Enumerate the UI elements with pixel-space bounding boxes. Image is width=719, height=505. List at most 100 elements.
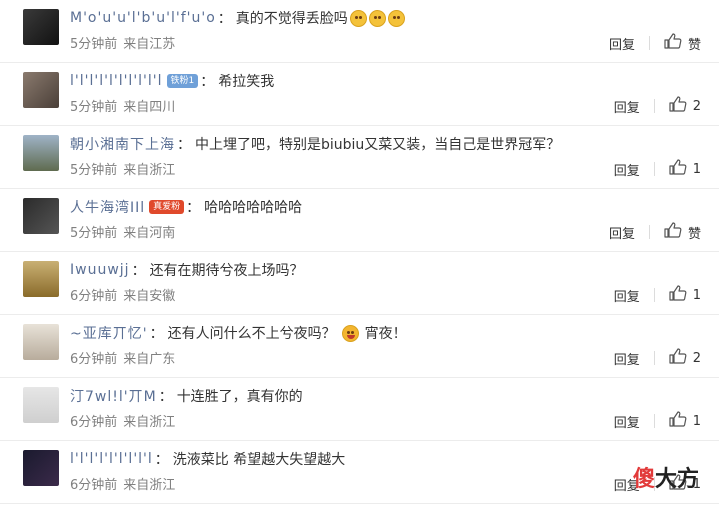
like-count: 赞 xyxy=(687,226,701,242)
avatar[interactable] xyxy=(23,450,59,486)
comment-meta: 5分钟前 来自浙江 xyxy=(70,159,175,178)
like-button[interactable]: 1 xyxy=(669,411,701,431)
like-button[interactable]: 1 xyxy=(669,285,701,305)
comment-meta: 5分钟前 来自四川 xyxy=(70,96,175,115)
comment-header: ~亚库丌忆'：还有人问什么不上兮夜吗？ 宵夜！ xyxy=(70,323,407,343)
comment-time: 6分钟前 xyxy=(70,415,118,430)
smiling-face-icon xyxy=(368,9,386,27)
username-link[interactable]: ~亚库丌忆' xyxy=(70,323,148,343)
comment-location: 来自浙江 xyxy=(123,415,176,430)
comment-location: 来自四川 xyxy=(123,100,176,115)
avatar[interactable] xyxy=(23,387,59,423)
comment-time: 6分钟前 xyxy=(70,478,118,493)
comment-header: 汀7wl!l'丌M：十连胜了，真有你的 xyxy=(70,386,303,406)
comment-header: l'l'l'l'l'l'l'l'l：洗液菜比 希望越大失望越大 xyxy=(70,449,345,469)
colon-separator: ： xyxy=(186,200,201,216)
thumbs-up-icon xyxy=(664,222,688,242)
username-link[interactable]: 汀7wl!l'丌M xyxy=(70,386,157,406)
comment-actions: 回复 1 xyxy=(614,411,701,431)
like-button[interactable]: 1 xyxy=(669,159,701,179)
colon-separator: ： xyxy=(158,389,173,405)
comment-location: 来自安徽 xyxy=(123,289,176,304)
reply-button[interactable]: 回复 xyxy=(614,97,640,116)
like-button[interactable]: 赞 xyxy=(664,222,701,242)
comment-row: ~亚库丌忆'：还有人问什么不上兮夜吗？ 宵夜！ 6分钟前 来自广东 回复 2 xyxy=(0,315,719,378)
colon-separator: ： xyxy=(217,11,232,27)
like-count: 1 xyxy=(692,413,701,429)
reply-button[interactable]: 回复 xyxy=(614,349,640,368)
reply-button[interactable]: 回复 xyxy=(609,223,635,242)
comment-time: 5分钟前 xyxy=(70,163,118,178)
action-divider xyxy=(653,99,655,113)
comment-text-after: 宵夜！ xyxy=(364,326,407,342)
comment-actions: 回复 1 xyxy=(614,285,701,305)
like-count: 2 xyxy=(692,350,701,366)
action-divider xyxy=(653,414,655,428)
comment-header: 朝小湘南下上海：中上埋了吧，特别是biubiu又菜又装，当自己是世界冠军？ xyxy=(70,134,560,154)
comment-row: M'o'u'u'l'b'u'l'f'u'o：真的不觉得丢脸吗 5分钟前 来自江苏 回复… xyxy=(0,0,719,63)
avatar[interactable] xyxy=(23,198,59,234)
colon-separator: ： xyxy=(177,137,191,153)
username-link[interactable]: l'l'l'l'l'l'l'l'l xyxy=(70,451,153,467)
smiling-face-icon xyxy=(349,9,367,27)
comment-meta: 6分钟前 来自浙江 xyxy=(70,411,175,430)
like-count: 2 xyxy=(692,98,701,114)
avatar[interactable] xyxy=(23,324,59,360)
comment-meta: 6分钟前 来自安徽 xyxy=(70,285,175,304)
reply-button[interactable]: 回复 xyxy=(614,286,640,305)
comment-row: l'l'l'l'l'l'l'l'l'l 铁粉1：希拉笑我 5分钟前 来自四川 回复 2 xyxy=(0,63,719,126)
thumbs-up-icon xyxy=(664,33,688,53)
action-divider xyxy=(653,162,655,176)
action-divider xyxy=(653,351,655,365)
comment-meta: 6分钟前 来自广东 xyxy=(70,348,175,367)
comment-text: 希拉笑我 xyxy=(218,74,275,90)
comment-actions: 回复 赞 xyxy=(609,222,701,242)
like-count: 1 xyxy=(692,287,701,303)
action-divider xyxy=(648,225,650,239)
username-link[interactable]: 朝小湘南下上海 xyxy=(70,134,175,154)
action-divider xyxy=(648,36,650,50)
reply-button[interactable]: 回复 xyxy=(614,160,640,179)
laughing-face-icon xyxy=(341,324,359,342)
username-link[interactable]: M'o'u'u'l'b'u'l'f'u'o xyxy=(70,10,216,26)
avatar[interactable] xyxy=(23,261,59,297)
smiling-face-icon xyxy=(387,9,405,27)
thumbs-up-icon xyxy=(669,96,693,116)
avatar[interactable] xyxy=(23,9,59,45)
like-button[interactable]: 2 xyxy=(669,96,701,116)
avatar[interactable] xyxy=(23,135,59,171)
comment-actions: 回复 1 xyxy=(614,159,701,179)
thumbs-up-icon xyxy=(669,159,693,179)
fan-badge: 真爱粉 xyxy=(149,200,185,214)
colon-separator: ： xyxy=(131,263,146,279)
comment-text: 还有在期待兮夜上场吗？ xyxy=(149,263,304,279)
comment-location: 来自河南 xyxy=(123,226,176,241)
reply-button[interactable]: 回复 xyxy=(614,412,640,431)
username-link[interactable]: l'l'l'l'l'l'l'l'l'l xyxy=(70,73,163,89)
comment-header: 人牛海湾IIl 真爱粉：哈哈哈哈哈哈哈 xyxy=(70,197,302,217)
comment-actions: 回复 赞 xyxy=(609,33,701,53)
comment-text: 十连胜了，真有你的 xyxy=(176,389,303,405)
reply-button[interactable]: 回复 xyxy=(609,34,635,53)
colon-separator: ： xyxy=(200,74,215,90)
username-link[interactable]: 人牛海湾IIl xyxy=(70,197,145,217)
thumbs-up-icon xyxy=(669,348,693,368)
comment-time: 6分钟前 xyxy=(70,289,118,304)
comment-time: 6分钟前 xyxy=(70,352,118,367)
comment-meta: 5分钟前 来自河南 xyxy=(70,222,175,241)
like-button[interactable]: 赞 xyxy=(664,33,701,53)
comment-time: 5分钟前 xyxy=(70,37,118,52)
comment-row: 朝小湘南下上海：中上埋了吧，特别是biubiu又菜又装，当自己是世界冠军？ 5分钟… xyxy=(0,126,719,189)
comment-header: Iwuuwjj：还有在期待兮夜上场吗？ xyxy=(70,260,304,280)
username-link[interactable]: Iwuuwjj xyxy=(70,262,130,278)
comment-actions: 回复 2 xyxy=(614,96,701,116)
comment-text: 哈哈哈哈哈哈哈 xyxy=(204,200,303,216)
like-button[interactable]: 2 xyxy=(669,348,701,368)
comment-row: 汀7wl!l'丌M：十连胜了，真有你的 6分钟前 来自浙江 回复 1 xyxy=(0,378,719,441)
avatar[interactable] xyxy=(23,72,59,108)
colon-separator: ： xyxy=(154,452,169,468)
comment-header: l'l'l'l'l'l'l'l'l'l 铁粉1：希拉笑我 xyxy=(70,71,274,91)
comment-actions: 回复 2 xyxy=(614,348,701,368)
comment-time: 5分钟前 xyxy=(70,226,118,241)
comment-location: 来自浙江 xyxy=(123,478,176,493)
